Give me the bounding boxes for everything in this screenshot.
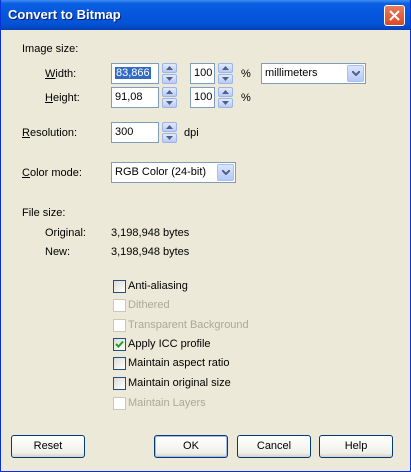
width-percent-spinner[interactable]	[218, 63, 233, 84]
spin-up-icon[interactable]	[162, 63, 177, 73]
original-size-label: Original:	[45, 227, 86, 239]
reset-button[interactable]: Reset	[11, 435, 85, 458]
height-percent-symbol: %	[241, 92, 251, 104]
maintain-layers-label: Maintain Layers	[128, 397, 206, 409]
width-spinner[interactable]	[162, 63, 177, 84]
ok-button[interactable]: OK	[154, 435, 228, 458]
anti-aliasing-checkbox[interactable]	[113, 280, 126, 293]
window-title: Convert to Bitmap	[8, 7, 121, 22]
convert-to-bitmap-dialog: Convert to Bitmap Image size: Width: 83,…	[0, 0, 411, 472]
color-mode-value: RGB Color (24-bit)	[115, 166, 207, 178]
width-input[interactable]: 83,866	[111, 63, 159, 84]
spin-down-icon[interactable]	[162, 133, 177, 143]
spin-down-icon[interactable]	[162, 98, 177, 108]
maintain-layers-checkbox	[113, 397, 126, 410]
height-percent-spinner[interactable]	[218, 87, 233, 108]
resolution-label: Resolution:	[22, 127, 78, 139]
dithered-label: Dithered	[128, 299, 170, 311]
maintain-original-size-checkbox[interactable]	[113, 377, 126, 390]
transparent-background-label: Transparent Background	[128, 319, 249, 331]
width-percent-input[interactable]: 100	[190, 63, 215, 84]
spin-down-icon[interactable]	[218, 98, 233, 108]
maintain-aspect-ratio-checkbox[interactable]	[113, 357, 126, 370]
units-select[interactable]: millimeters	[261, 63, 366, 84]
units-value: millimeters	[265, 67, 318, 79]
title-bar[interactable]: Convert to Bitmap	[1, 0, 410, 30]
height-label: Height:	[45, 92, 80, 104]
width-label: Width:	[45, 68, 77, 80]
help-button[interactable]: Help	[319, 435, 393, 458]
dithered-checkbox	[113, 299, 126, 312]
resolution-input[interactable]: 300	[111, 122, 159, 143]
spin-up-icon[interactable]	[218, 63, 233, 73]
color-mode-select[interactable]: RGB Color (24-bit)	[111, 162, 236, 183]
new-size-value: 3,198,948 bytes	[111, 246, 190, 258]
resolution-spinner[interactable]	[162, 122, 177, 143]
close-icon	[389, 10, 400, 21]
spin-down-icon[interactable]	[218, 74, 233, 84]
chevron-down-icon[interactable]	[217, 164, 234, 181]
image-size-label: Image size:	[22, 43, 79, 55]
color-mode-label: Color mode:	[22, 167, 82, 179]
apply-icc-profile-checkbox[interactable]	[113, 338, 126, 351]
cancel-button[interactable]: Cancel	[237, 435, 311, 458]
resolution-unit: dpi	[184, 127, 199, 139]
spin-down-icon[interactable]	[162, 74, 177, 84]
spin-up-icon[interactable]	[162, 122, 177, 132]
maintain-original-size-label[interactable]: Maintain original size	[128, 377, 231, 390]
height-input[interactable]: 91,08	[111, 87, 159, 108]
original-size-value: 3,198,948 bytes	[111, 227, 190, 239]
anti-aliasing-label[interactable]: Anti-aliasing	[128, 280, 188, 293]
height-spinner[interactable]	[162, 87, 177, 108]
maintain-aspect-ratio-label[interactable]: Maintain aspect ratio	[128, 357, 230, 370]
close-button[interactable]	[384, 5, 405, 26]
spin-up-icon[interactable]	[162, 87, 177, 97]
width-percent-symbol: %	[241, 68, 251, 80]
new-size-label: New:	[45, 246, 71, 258]
file-size-label: File size:	[22, 207, 66, 219]
transparent-background-checkbox	[113, 319, 126, 332]
apply-icc-profile-label[interactable]: Apply ICC profile	[128, 338, 211, 351]
height-percent-input[interactable]: 100	[190, 87, 215, 108]
chevron-down-icon[interactable]	[347, 65, 364, 82]
checkmark-icon	[115, 340, 124, 348]
spin-up-icon[interactable]	[218, 87, 233, 97]
